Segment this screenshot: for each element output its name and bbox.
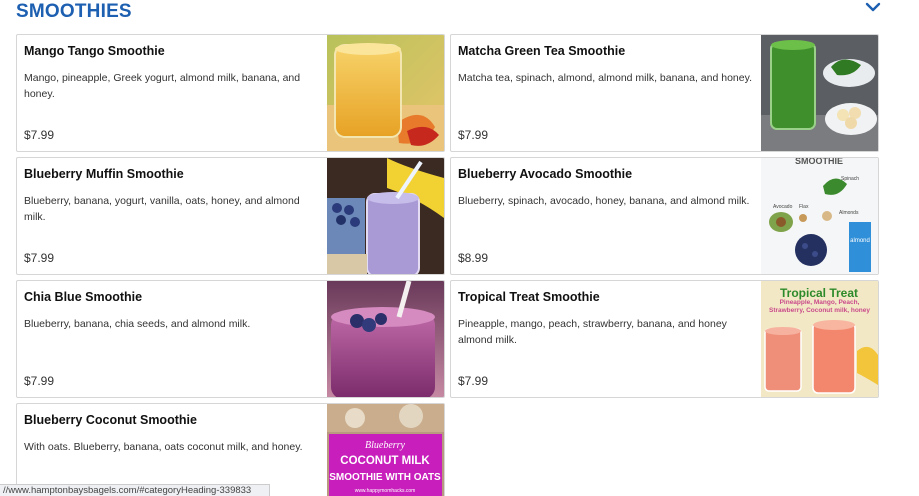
- item-description: Blueberry, banana, chia seeds, and almon…: [24, 318, 251, 330]
- ingredient-label: Avocado: [773, 204, 793, 210]
- item-price: $8.99: [458, 251, 489, 265]
- menu-item-card[interactable]: Mango Tango Smoothie Mango, pineapple, G…: [16, 34, 445, 152]
- image-title: Tropical Treat: [780, 286, 858, 300]
- item-image-blueberry-avocado-smoothie: SMOOTHIE almond Avocado Flax Almonds Spi…: [761, 158, 878, 274]
- item-name: Chia Blue Smoothie: [24, 290, 143, 304]
- image-banner-url: www.happymomhacks.com: [355, 488, 416, 494]
- item-description: Mango, pineapple, Greek yogurt, almond m…: [24, 72, 301, 100]
- carton-label: almond: [850, 238, 870, 244]
- item-image-blueberry-muffin-smoothie: [327, 158, 444, 274]
- item-price: $7.99: [24, 128, 55, 142]
- item-image-mango-smoothie: [327, 35, 444, 151]
- item-price: $7.99: [24, 251, 55, 265]
- image-banner-line: Blueberry: [365, 440, 406, 451]
- item-description: With oats. Blueberry, banana, oats cocon…: [24, 441, 303, 453]
- image-subtitle: Pineapple, Mango, Peach, Strawberry, Coc…: [768, 299, 870, 314]
- item-description: Matcha tea, spinach, almond, almond milk…: [458, 72, 752, 84]
- image-caption-top: SMOOTHIE: [795, 158, 843, 166]
- item-name: Blueberry Avocado Smoothie: [458, 167, 633, 181]
- menu-item-card[interactable]: Blueberry Avocado Smoothie Blueberry, sp…: [450, 157, 879, 275]
- menu-item-card[interactable]: Blueberry Coconut Smoothie With oats. Bl…: [16, 403, 445, 496]
- item-image-blueberry-coconut-smoothie: Blueberry COCONUT MILK SMOOTHIE WITH OAT…: [327, 404, 444, 496]
- category-title: SMOOTHIES: [16, 1, 132, 22]
- image-banner-line: COCONUT MILK: [340, 455, 430, 467]
- item-description: Blueberry, spinach, avocado, honey, bana…: [458, 195, 750, 207]
- menu-item-card[interactable]: Matcha Green Tea Smoothie Matcha tea, sp…: [450, 34, 879, 152]
- item-price: $7.99: [24, 374, 55, 388]
- item-name: Tropical Treat Smoothie: [458, 290, 600, 304]
- item-name: Matcha Green Tea Smoothie: [458, 44, 626, 58]
- chevron-down-icon[interactable]: [864, 0, 882, 14]
- item-description: Pineapple, mango, peach, strawberry, ban…: [458, 318, 727, 346]
- item-image-tropical-treat-smoothie: Tropical Treat Pineapple, Mango, Peach, …: [761, 281, 878, 397]
- image-banner-line: SMOOTHIE WITH OATS: [329, 472, 441, 483]
- item-name: Mango Tango Smoothie: [24, 44, 165, 58]
- menu-item-card[interactable]: Tropical Treat Smoothie Pineapple, mango…: [450, 280, 879, 398]
- item-name: Blueberry Coconut Smoothie: [24, 413, 197, 427]
- ingredient-label: Flax: [799, 204, 809, 210]
- ingredient-label: Spinach: [841, 176, 859, 182]
- item-name: Blueberry Muffin Smoothie: [24, 167, 184, 181]
- browser-status-url: //www.hamptonbaysbagels.com/#categoryHea…: [0, 484, 270, 496]
- category-header[interactable]: SMOOTHIES: [0, 0, 919, 26]
- item-price: $7.99: [458, 374, 489, 388]
- menu-item-card[interactable]: Blueberry Muffin Smoothie Blueberry, ban…: [16, 157, 445, 275]
- item-description: Blueberry, banana, yogurt, vanilla, oats…: [24, 195, 300, 223]
- ingredient-label: Almonds: [839, 210, 859, 216]
- menu-item-card[interactable]: Chia Blue Smoothie Blueberry, banana, ch…: [16, 280, 445, 398]
- item-price: $7.99: [458, 128, 489, 142]
- item-image-matcha-smoothie: [761, 35, 878, 151]
- item-image-chia-blue-smoothie: [327, 281, 444, 397]
